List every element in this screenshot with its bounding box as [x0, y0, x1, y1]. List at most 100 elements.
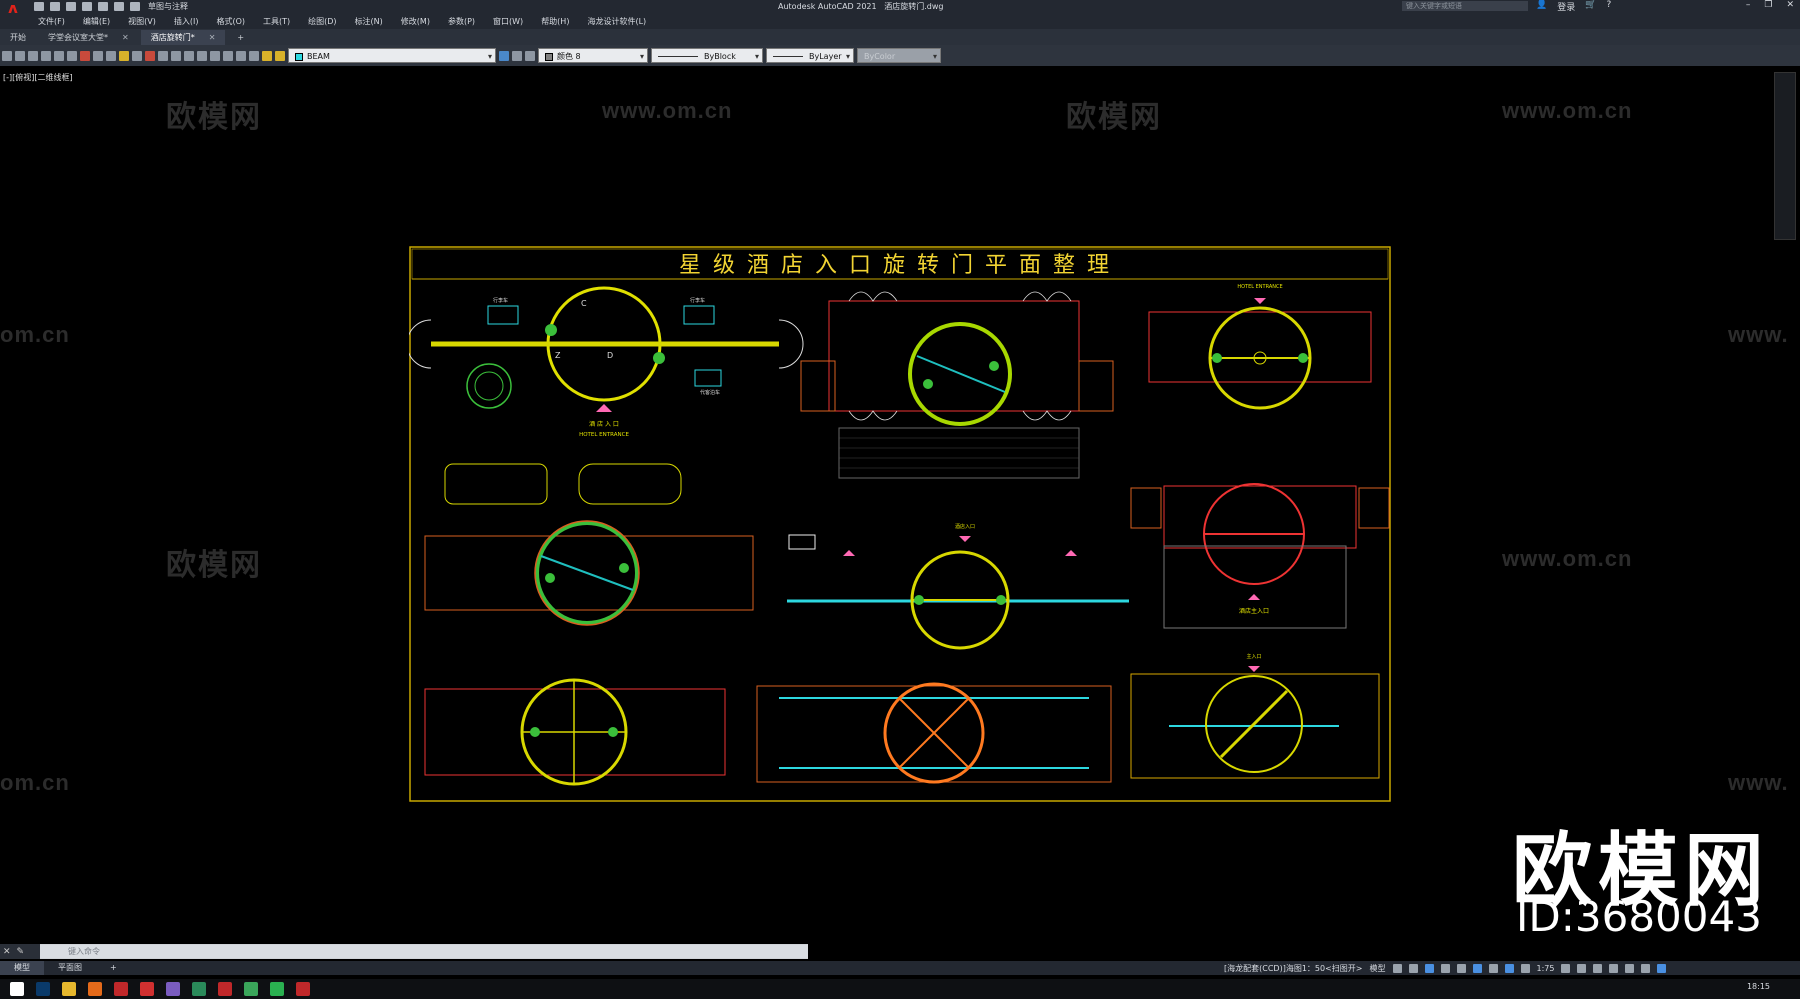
menu-item-5[interactable]: 工具(T)	[263, 16, 290, 27]
otrack-icon[interactable]	[1472, 963, 1482, 973]
close-command-icon[interactable]: ✕	[3, 947, 11, 957]
layer-states-icon[interactable]	[512, 50, 522, 61]
menu-item-9[interactable]: 参数(P)	[448, 16, 475, 27]
menu-item-3[interactable]: 插入(I)	[174, 16, 199, 27]
tab-1[interactable]: 学堂会议室大堂* ✕	[38, 30, 139, 45]
app4-icon[interactable]	[192, 982, 206, 996]
pan-icon[interactable]	[171, 50, 181, 61]
make-current-icon[interactable]	[525, 50, 535, 61]
designcenter-icon[interactable]	[236, 50, 246, 61]
hardware-accel-icon[interactable]	[1609, 963, 1619, 973]
copy-icon[interactable]	[93, 50, 103, 61]
osnap-icon[interactable]	[1456, 963, 1466, 973]
tab-0[interactable]: 开始	[0, 30, 36, 45]
print-icon[interactable]	[98, 2, 108, 11]
cart-icon[interactable]: 🛒	[1585, 0, 1596, 13]
snap-icon[interactable]	[1408, 963, 1418, 973]
new-tab-icon[interactable]: +	[227, 30, 254, 45]
ime-icon[interactable]	[1657, 963, 1667, 973]
toolpalette-icon[interactable]	[249, 50, 259, 61]
windows-start-icon[interactable]	[10, 982, 24, 996]
zoom-realtime-icon[interactable]	[184, 50, 194, 61]
qnew-icon[interactable]	[2, 50, 12, 61]
app-icon[interactable]	[114, 982, 128, 996]
preview-icon[interactable]	[54, 50, 64, 61]
tab-model[interactable]: 模型	[0, 961, 44, 975]
autoscale-icon[interactable]	[1520, 963, 1530, 973]
plus-icon[interactable]	[1577, 963, 1587, 973]
menu-item-8[interactable]: 修改(M)	[401, 16, 430, 27]
save-icon[interactable]	[66, 2, 76, 11]
workspace-switch[interactable]: 草图与注释	[148, 1, 188, 12]
menu-item-1[interactable]: 编辑(E)	[83, 16, 110, 27]
close-icon[interactable]: ✕	[1786, 0, 1794, 10]
menu-item-2[interactable]: 视图(V)	[128, 16, 156, 27]
tab-close-icon[interactable]: ✕	[122, 33, 129, 42]
color-dropdown[interactable]: 颜色 8	[538, 48, 648, 64]
print-icon[interactable]	[41, 50, 51, 61]
file-explorer-icon[interactable]	[62, 982, 76, 996]
linetype-dropdown[interactable]: ByBlock	[651, 48, 763, 64]
autocad-taskbar-icon[interactable]	[218, 982, 232, 996]
restore-icon[interactable]: ❐	[1764, 0, 1772, 10]
menu-item-12[interactable]: 海龙设计软件(L)	[587, 16, 646, 27]
login-link[interactable]: 登录	[1557, 0, 1575, 13]
publish-icon[interactable]	[67, 50, 77, 61]
save-icon[interactable]	[28, 50, 38, 61]
viewport-controls[interactable]: [-][俯视][二维线框]	[3, 72, 73, 83]
chrome-icon[interactable]	[244, 982, 258, 996]
app5-icon[interactable]	[296, 982, 310, 996]
menu-item-11[interactable]: 帮助(H)	[541, 16, 569, 27]
block-icon[interactable]	[132, 50, 142, 61]
layer-freeze-icon[interactable]	[275, 50, 285, 61]
help-icon[interactable]: ?	[1606, 0, 1611, 13]
command-input[interactable]: 键入命令	[40, 945, 808, 958]
lineweight-dropdown[interactable]: ByLayer	[766, 48, 854, 64]
menu-item-6[interactable]: 绘图(D)	[308, 16, 336, 27]
annotation-scale[interactable]: 1:75	[1537, 964, 1555, 973]
matchprop-icon[interactable]	[119, 50, 129, 61]
ortho-icon[interactable]	[1424, 963, 1434, 973]
menu-item-0[interactable]: 文件(F)	[38, 16, 65, 27]
layer-on-icon[interactable]	[262, 50, 272, 61]
properties-icon[interactable]	[223, 50, 233, 61]
tab-2[interactable]: 酒店旋转门* ✕	[140, 30, 226, 45]
minimize-icon[interactable]: –	[1746, 0, 1751, 10]
customize-icon[interactable]: ✎	[17, 947, 25, 957]
add-layout-icon[interactable]: +	[96, 961, 131, 975]
saveas-icon[interactable]	[82, 2, 92, 11]
paste-icon[interactable]	[106, 50, 116, 61]
annotation-visibility-icon[interactable]	[1504, 963, 1514, 973]
undo-icon[interactable]	[145, 50, 155, 61]
lineweight-icon[interactable]	[1488, 963, 1498, 973]
zoom-previous-icon[interactable]	[210, 50, 220, 61]
plot-icon[interactable]	[114, 2, 124, 11]
undo-icon[interactable]	[130, 2, 140, 11]
photoshop-icon[interactable]	[36, 982, 50, 996]
wechat-icon[interactable]	[270, 982, 284, 996]
isolate-icon[interactable]	[1593, 963, 1603, 973]
tab-close-icon[interactable]: ✕	[209, 33, 216, 42]
navigation-bar[interactable]	[1774, 72, 1796, 240]
gear-icon[interactable]	[1561, 963, 1571, 973]
help-search-input[interactable]: 键入关键字或短语	[1402, 1, 1528, 11]
zoom-window-icon[interactable]	[197, 50, 207, 61]
cad-drawing[interactable]: 星级酒店入口旋转门平面整理 C D Z 行李车 行李车 代客泊车 酒 店 入 口…	[409, 246, 1391, 802]
open-icon[interactable]	[15, 50, 25, 61]
tab-layout[interactable]: 平面图	[44, 961, 96, 975]
app2-icon[interactable]	[140, 982, 154, 996]
layer-previous-icon[interactable]	[499, 50, 509, 61]
polar-icon[interactable]	[1440, 963, 1450, 973]
firefox-icon[interactable]	[88, 982, 102, 996]
clean-screen-icon[interactable]	[1625, 963, 1635, 973]
grid-icon[interactable]	[1392, 963, 1402, 973]
layer-dropdown[interactable]: BEAM	[288, 48, 496, 64]
redo-icon[interactable]	[158, 50, 168, 61]
user-icon[interactable]: 👤	[1536, 0, 1547, 13]
menu-item-10[interactable]: 窗口(W)	[493, 16, 523, 27]
app3-icon[interactable]	[166, 982, 180, 996]
cut-icon[interactable]	[80, 50, 90, 61]
customization-icon[interactable]	[1641, 963, 1651, 973]
open-icon[interactable]	[50, 2, 60, 11]
menu-item-4[interactable]: 格式(O)	[216, 16, 245, 27]
